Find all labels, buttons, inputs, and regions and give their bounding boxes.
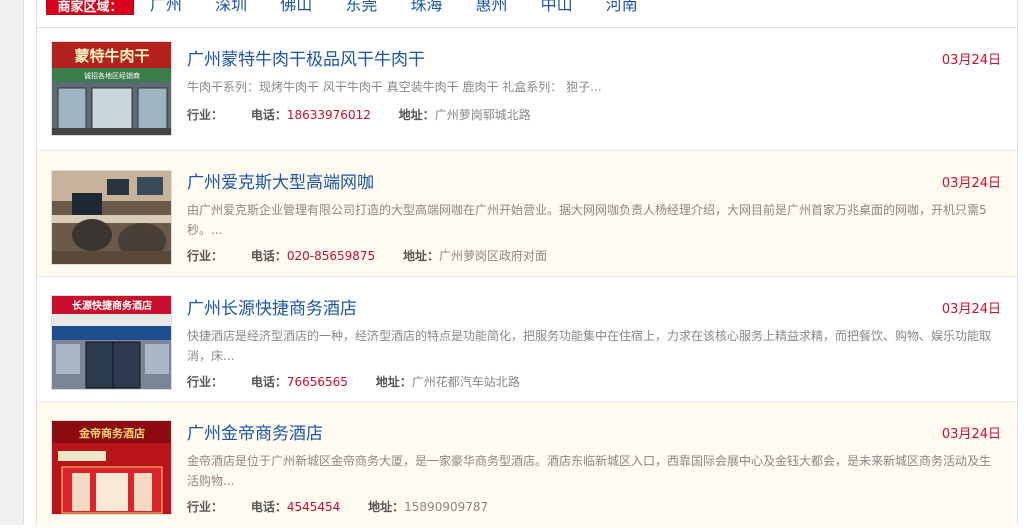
listing-description: 牛肉干系列：现烤牛肉干 风干牛肉干 真空装牛肉干 鹿肉干 礼盒系列： 狍子... xyxy=(187,80,602,94)
region-city-foshan[interactable]: 佛山 xyxy=(280,0,312,17)
listing-title[interactable]: 广州金帝商务酒店 xyxy=(187,419,323,444)
listing-description: 快捷酒店是经济型酒店的一种，经济型酒店的特点是功能简化，把服务功能集中在住宿上，… xyxy=(187,329,992,363)
thumb-sign-text: 金帝商务酒店 xyxy=(78,426,145,440)
thumb-sign-text: 蒙特牛肉干 xyxy=(74,47,149,65)
listing-item: 广州爱克斯大型高端网咖 03月24日 由广州爱克斯企业管理有限公司打造的大型高端… xyxy=(37,151,1017,277)
listing-date: 03月24日 xyxy=(941,176,1001,191)
region-label: 商家区域： xyxy=(46,0,134,15)
address-value: 广州萝岗郓城北路 xyxy=(434,108,531,122)
phone-value: 18633976012 xyxy=(286,108,371,122)
listing-date: 03月24日 xyxy=(941,53,1001,68)
listing-title[interactable]: 广州长源快捷商务酒店 xyxy=(187,294,357,319)
industry-label: 行业： xyxy=(187,375,224,389)
region-city-list: 广州 深圳 佛山 东莞 珠海 惠州 中山 河南 xyxy=(150,0,666,17)
phone-value: 4545454 xyxy=(286,500,341,514)
phone-label: 电话： xyxy=(250,375,287,389)
listing-page: 商家区域： 广州 深圳 佛山 东莞 珠海 惠州 中山 河南 蒙特牛肉干 诚招各地… xyxy=(36,0,1018,528)
listing-description: 金帝酒店是位于广州新城区金帝商务大厦，是一家豪华商务型酒店。酒店东临新城区入口，… xyxy=(187,454,992,488)
address-value: 15890909787 xyxy=(404,500,489,514)
region-city-zhuhai[interactable]: 珠海 xyxy=(410,0,442,17)
phone-label: 电话： xyxy=(250,108,287,122)
listing-meta: 行业： 电话：76656565 地址：广州花都汽车站北路 xyxy=(187,373,520,390)
address-label: 地址： xyxy=(368,500,405,514)
region-city-henan[interactable]: 河南 xyxy=(606,0,638,17)
listing-thumbnail[interactable] xyxy=(51,170,172,265)
industry-label: 行业： xyxy=(187,500,224,514)
region-city-zhongshan[interactable]: 中山 xyxy=(541,0,573,17)
phone-value: 76656565 xyxy=(286,375,348,389)
listing-item: 金帝商务酒店 广州金帝商务酒店 03月24日 金帝酒店是位于广州新城区金帝商务大… xyxy=(37,402,1017,528)
industry-label: 行业： xyxy=(187,249,224,263)
listing-thumbnail[interactable]: 蒙特牛肉干 诚招各地区经销商 xyxy=(51,41,172,136)
listing-item: 蒙特牛肉干 诚招各地区经销商 广州蒙特牛肉干极品风干牛肉干 03月24日 牛肉干… xyxy=(37,28,1017,151)
phone-value: 020-85659875 xyxy=(286,249,376,263)
industry-label: 行业： xyxy=(187,108,224,122)
region-filter-bar: 商家区域： 广州 深圳 佛山 东莞 珠海 惠州 中山 河南 xyxy=(37,0,1017,28)
listing-date: 03月24日 xyxy=(941,302,1001,317)
phone-label: 电话： xyxy=(250,500,287,514)
thumb-sub-text: 诚招各地区经销商 xyxy=(84,71,140,80)
phone-label: 电话： xyxy=(250,249,287,263)
region-city-guangzhou[interactable]: 广州 xyxy=(150,0,182,17)
listing-thumbnail[interactable]: 金帝商务酒店 xyxy=(51,420,172,515)
listing-item: 长源快捷商务酒店 广州长源快捷商务酒店 03月24日 快捷酒店是经济型酒店的一种… xyxy=(37,277,1017,402)
listing-thumbnail[interactable]: 长源快捷商务酒店 xyxy=(51,295,172,390)
region-city-huizhou[interactable]: 惠州 xyxy=(476,0,508,17)
address-value: 广州花都汽车站北路 xyxy=(411,375,520,389)
address-label: 地址： xyxy=(375,375,412,389)
address-label: 地址： xyxy=(398,108,435,122)
listing-meta: 行业： 电话：18633976012 地址：广州萝岗郓城北路 xyxy=(187,106,531,123)
listing-meta: 行业： 电话：4545454 地址：15890909787 xyxy=(187,498,488,515)
region-city-shenzhen[interactable]: 深圳 xyxy=(215,0,247,17)
region-city-dongguan[interactable]: 东莞 xyxy=(345,0,377,17)
address-label: 地址： xyxy=(403,249,440,263)
listing-title[interactable]: 广州蒙特牛肉干极品风干牛肉干 xyxy=(187,45,425,70)
listing-date: 03月24日 xyxy=(941,427,1001,442)
left-gutter xyxy=(0,0,24,525)
listing-title[interactable]: 广州爱克斯大型高端网咖 xyxy=(187,168,374,193)
listing-meta: 行业： 电话：020-85659875 地址：广州萝岗区政府对面 xyxy=(187,247,547,264)
listing-description: 由广州爱克斯企业管理有限公司打造的大型高端网咖在广州开始营业。据大网网咖负责人杨… xyxy=(187,203,987,237)
address-value: 广州萝岗区政府对面 xyxy=(439,249,548,263)
thumb-sign-text: 长源快捷商务酒店 xyxy=(72,299,152,312)
